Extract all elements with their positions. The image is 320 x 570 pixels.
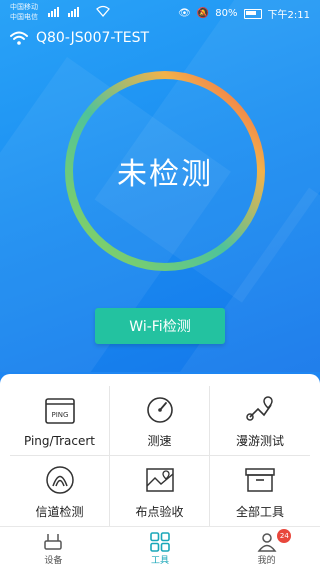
tool-label: 信道检测 <box>35 504 84 519</box>
speedometer-icon <box>142 392 178 426</box>
svg-text:PING: PING <box>51 411 68 419</box>
wifi-icon <box>10 31 28 45</box>
gauge-status-text: 未检测 <box>117 157 213 192</box>
tab-label: 工具 <box>151 555 170 566</box>
tools-grid: PING Ping/Tracert 测速 漫游测试 信道检测 布点验收 全部工具 <box>10 386 310 526</box>
wifi-detect-button[interactable]: Wi-Fi检测 <box>95 308 225 344</box>
wifi-status-icon <box>96 5 110 17</box>
tool-roaming-test[interactable]: 漫游测试 <box>210 386 310 456</box>
tool-label: 测速 <box>147 434 172 448</box>
carrier-2: 中国电信 <box>10 13 38 21</box>
tool-label: 漫游测试 <box>235 434 284 448</box>
roaming-route-icon <box>242 392 278 426</box>
tool-label: Ping/Tracert <box>23 433 96 448</box>
tool-ping-tracert[interactable]: PING Ping/Tracert <box>10 386 110 456</box>
archive-box-icon <box>242 463 278 497</box>
battery-icon <box>243 8 262 19</box>
bottom-tab-bar: 设备 工具 24 我的 <box>0 526 320 570</box>
channel-signal-icon <box>42 463 78 497</box>
tool-channel-detection[interactable]: 信道检测 <box>10 456 110 526</box>
tool-all-tools[interactable]: 全部工具 <box>210 456 310 526</box>
carrier-names: 中国移动 中国电信 <box>10 2 38 22</box>
carrier-1: 中国移动 <box>10 3 38 11</box>
user-icon <box>256 532 278 552</box>
device-name: Q80-JS007-TEST <box>36 30 150 46</box>
map-pin-icon <box>142 463 178 497</box>
device-header[interactable]: Q80-JS007-TEST <box>10 30 149 46</box>
tool-label: 布点验收 <box>135 504 184 519</box>
mute-icon: 🔕 <box>196 8 210 19</box>
tool-label: 全部工具 <box>235 504 284 519</box>
status-right: 👁 🔕 80% 下午2:11 <box>178 6 310 21</box>
signal-indicators <box>48 5 110 17</box>
tab-mine[interactable]: 24 我的 <box>213 527 320 570</box>
tool-site-survey[interactable]: 布点验收 <box>110 456 210 526</box>
eye-comfort-icon: 👁 <box>178 8 191 19</box>
detection-gauge: 未检测 <box>60 66 270 276</box>
tab-label: 设备 <box>44 555 63 566</box>
grid-icon <box>149 531 171 552</box>
clock: 下午2:11 <box>267 10 310 21</box>
cell-signal-icon <box>48 7 79 17</box>
ping-icon: PING <box>42 394 78 428</box>
router-icon <box>42 532 64 552</box>
tab-label: 我的 <box>257 555 276 566</box>
tools-panel: PING Ping/Tracert 测速 漫游测试 信道检测 布点验收 全部工具 <box>0 374 320 526</box>
tool-speed-test[interactable]: 测速 <box>110 386 210 456</box>
tab-tools[interactable]: 工具 <box>107 527 214 570</box>
notification-badge: 24 <box>277 529 292 543</box>
tab-device[interactable]: 设备 <box>0 527 107 570</box>
status-bar: 中国移动 中国电信 👁 🔕 80% 下午2:11 <box>0 0 320 24</box>
battery-percent: 80% <box>215 8 238 19</box>
